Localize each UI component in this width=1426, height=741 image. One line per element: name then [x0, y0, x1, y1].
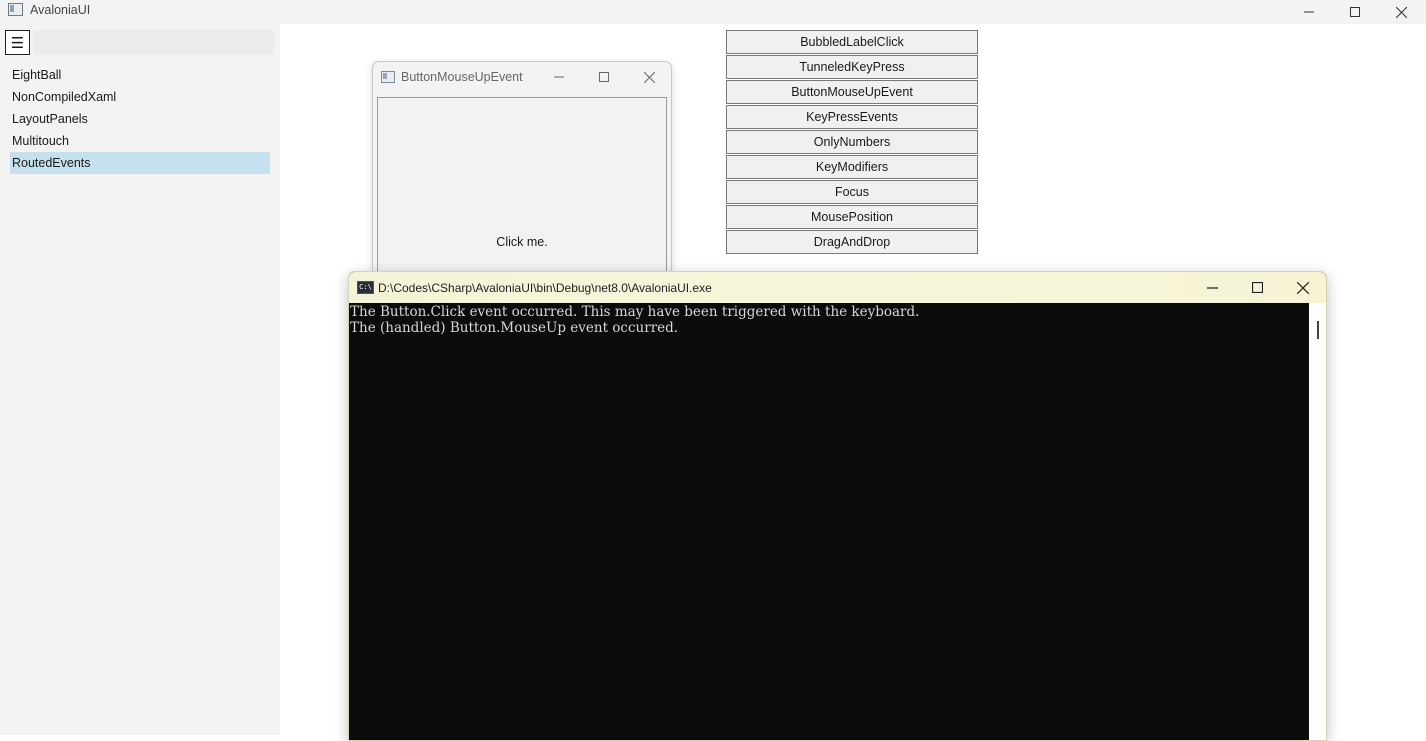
- maximize-button[interactable]: [1332, 0, 1378, 24]
- mouse-position-button[interactable]: MousePosition: [726, 205, 978, 229]
- app-window-icon: [8, 3, 23, 16]
- routed-events-button-list: BubbledLabelClick TunneledKeyPress Butto…: [726, 30, 978, 255]
- minimize-icon: [1206, 286, 1218, 289]
- scrollbar-thumb[interactable]: [1317, 321, 1319, 339]
- maximize-icon: [1350, 7, 1360, 17]
- close-icon: [643, 71, 655, 83]
- button-mouse-up-event-window[interactable]: ButtonMouseUpEvent Click me.: [372, 61, 672, 301]
- minimize-button[interactable]: [1286, 0, 1332, 24]
- key-modifiers-button[interactable]: KeyModifiers: [726, 155, 978, 179]
- key-press-events-button[interactable]: KeyPressEvents: [726, 105, 978, 129]
- button-mouse-up-event-button[interactable]: ButtonMouseUpEvent: [726, 80, 978, 104]
- console-title: D:\Codes\CSharp\AvaloniaUI\bin\Debug\net…: [378, 281, 712, 295]
- nav-item-layoutpanels[interactable]: LayoutPanels: [10, 108, 270, 130]
- console-minimize-button[interactable]: [1189, 272, 1235, 303]
- close-icon: [1297, 281, 1309, 294]
- nav-list: EightBall NonCompiledXaml LayoutPanels M…: [10, 64, 270, 174]
- console-line: The Button.Click event occurred. This ma…: [350, 304, 920, 320]
- nav-item-multitouch[interactable]: Multitouch: [10, 130, 270, 152]
- only-numbers-button[interactable]: OnlyNumbers: [726, 130, 978, 154]
- nav-item-noncompiledxaml[interactable]: NonCompiledXaml: [10, 86, 270, 108]
- window-title: AvaloniaUI: [30, 3, 91, 17]
- tunneled-key-press-button[interactable]: TunneledKeyPress: [726, 55, 978, 79]
- minimize-icon: [554, 76, 564, 78]
- close-icon: [1395, 6, 1407, 18]
- child-minimize-button[interactable]: [536, 62, 582, 92]
- navigation-pane: ☰ EightBall NonCompiledXaml LayoutPanels…: [0, 24, 280, 735]
- click-me-label: Click me.: [496, 235, 548, 249]
- minimize-icon: [1304, 11, 1314, 13]
- console-scrollbar[interactable]: [1309, 303, 1326, 740]
- close-button[interactable]: [1378, 0, 1424, 24]
- child-window-icon: [381, 71, 395, 83]
- maximize-icon: [1251, 282, 1263, 293]
- console-titlebar[interactable]: C:\ D:\Codes\CSharp\AvaloniaUI\bin\Debug…: [349, 272, 1326, 303]
- click-me-button[interactable]: Click me.: [377, 97, 667, 297]
- focus-button[interactable]: Focus: [726, 180, 978, 204]
- child-window-title: ButtonMouseUpEvent: [401, 70, 523, 84]
- child-window-titlebar[interactable]: ButtonMouseUpEvent: [373, 62, 671, 92]
- hamburger-menu-icon[interactable]: ☰: [5, 30, 30, 55]
- child-close-button[interactable]: [626, 62, 672, 92]
- maximize-icon: [599, 72, 609, 82]
- main-window-titlebar[interactable]: AvaloniaUI: [0, 0, 1426, 24]
- console-maximize-button[interactable]: [1234, 272, 1280, 303]
- bubbled-label-click-button[interactable]: BubbledLabelClick: [726, 30, 978, 54]
- console-window[interactable]: C:\ D:\Codes\CSharp\AvaloniaUI\bin\Debug…: [348, 271, 1327, 741]
- console-line: The (handled) Button.MouseUp event occur…: [350, 320, 679, 336]
- pane-header: [33, 30, 274, 55]
- console-close-button[interactable]: [1280, 272, 1326, 303]
- console-app-icon: C:\: [357, 281, 374, 294]
- child-maximize-button[interactable]: [581, 62, 627, 92]
- drag-and-drop-button[interactable]: DragAndDrop: [726, 230, 978, 254]
- nav-item-eightball[interactable]: EightBall: [10, 64, 270, 86]
- nav-item-routedevents[interactable]: RoutedEvents: [10, 152, 270, 174]
- console-output: The Button.Click event occurred. This ma…: [349, 303, 1309, 740]
